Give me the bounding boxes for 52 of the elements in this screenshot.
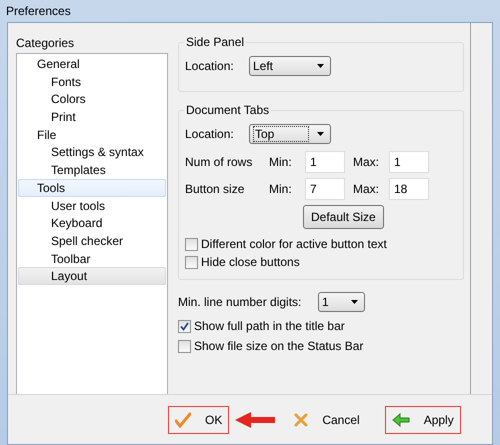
- tree-item[interactable]: Colors: [18, 90, 166, 108]
- min-label: Min:: [269, 154, 293, 168]
- ok-button[interactable]: OK: [168, 406, 230, 434]
- tree-item[interactable]: Layout: [18, 267, 166, 285]
- checkbox[interactable]: [185, 238, 198, 250]
- tree-item[interactable]: General: [18, 55, 166, 73]
- caret-icon: [317, 64, 324, 68]
- cancel-button[interactable]: Cancel: [287, 406, 367, 434]
- line-digits-dropdown[interactable]: 1: [318, 292, 365, 312]
- location-dropdown[interactable]: Top: [249, 124, 331, 144]
- row-label: Num of rows: [185, 154, 254, 168]
- tree-item[interactable]: User tools: [18, 196, 166, 214]
- categories-label: Categories: [16, 36, 76, 52]
- row-label: Button size: [185, 182, 246, 196]
- tree-item[interactable]: Toolbar: [18, 250, 166, 268]
- tree-item[interactable]: Templates: [18, 161, 166, 179]
- max-field[interactable]: 1: [389, 150, 429, 172]
- checkbox-label: Show file size on the Status Bar: [194, 339, 364, 353]
- apply-button[interactable]: Apply: [384, 406, 461, 434]
- tree-item[interactable]: Tools: [18, 178, 166, 196]
- location-label: Location:: [185, 59, 235, 73]
- checkbox-label: Different color for active button text: [201, 237, 387, 251]
- checkbox-label: Hide close buttons: [201, 255, 300, 269]
- check-icon: [175, 412, 191, 428]
- annotation-arrow: [235, 412, 276, 428]
- group-title: Side Panel: [184, 35, 246, 49]
- max-field[interactable]: 18: [389, 178, 429, 200]
- min-label: Min:: [269, 182, 293, 196]
- max-label: Max:: [353, 182, 380, 196]
- max-label: Max:: [353, 154, 380, 168]
- location-dropdown[interactable]: Left: [249, 56, 331, 76]
- checkbox[interactable]: [185, 256, 198, 268]
- caret-icon: [317, 132, 324, 136]
- checkbox[interactable]: [178, 340, 191, 352]
- group-title: Document Tabs: [184, 103, 272, 117]
- checkbox-label: Show full path in the title bar: [194, 319, 345, 333]
- tree-item[interactable]: Settings & syntax: [18, 143, 166, 162]
- tree-item[interactable]: Print: [18, 108, 166, 126]
- location-label: Location:: [185, 127, 235, 141]
- arrow-icon: [392, 412, 410, 426]
- tree-item[interactable]: Keyboard: [18, 214, 166, 232]
- tree-item[interactable]: Fonts: [18, 72, 166, 90]
- caret-icon: [351, 300, 358, 304]
- window-title: Preferences: [6, 4, 71, 18]
- checkbox[interactable]: [178, 320, 191, 332]
- tree-item[interactable]: Spell checker: [18, 232, 166, 250]
- min-field[interactable]: 1: [305, 150, 345, 172]
- min-field[interactable]: 7: [305, 178, 345, 200]
- line-digits-label: Min. line number digits:: [178, 295, 302, 309]
- tree-item[interactable]: File: [18, 126, 166, 144]
- cross-icon: [294, 412, 308, 426]
- default-size-button[interactable]: Default Size: [303, 205, 384, 229]
